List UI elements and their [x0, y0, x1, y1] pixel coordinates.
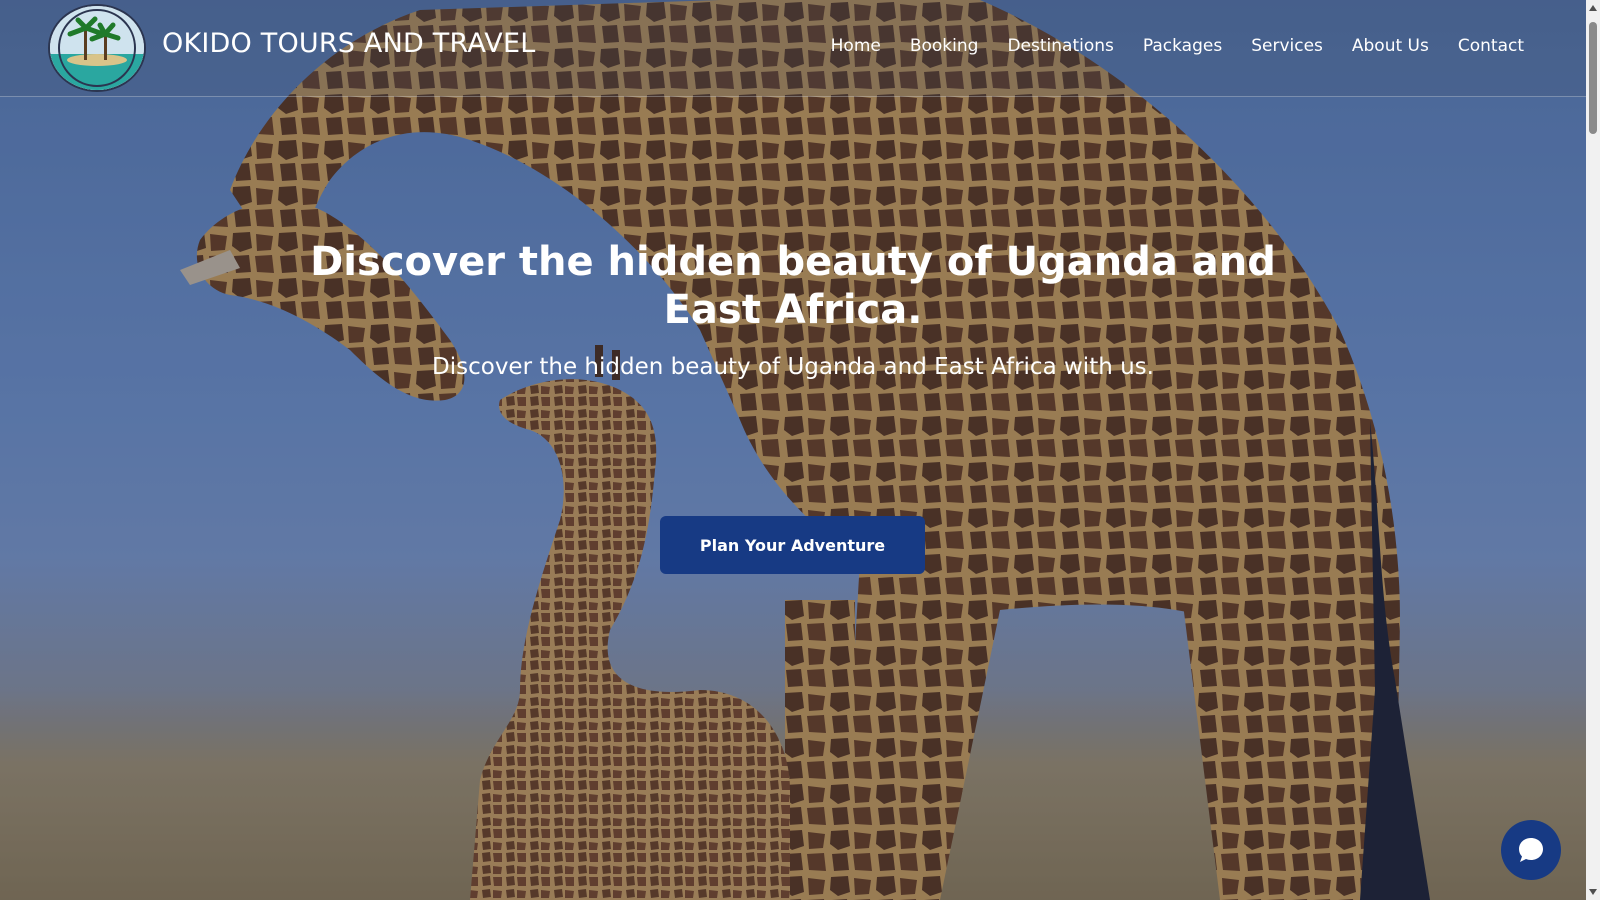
nav-packages[interactable]: Packages [1143, 36, 1222, 56]
scroll-down-arrow-icon[interactable] [1589, 889, 1597, 895]
hero-subtitle: Discover the hidden beauty of Uganda and… [432, 354, 1154, 380]
page-scrollbar[interactable] [1586, 0, 1600, 900]
scroll-thumb[interactable] [1589, 22, 1597, 134]
main-nav: Home Booking Destinations Packages Servi… [831, 36, 1524, 56]
hero-background-image [0, 0, 1586, 900]
page: OKIDO TOURS AND TRAVEL Home Booking Dest… [0, 0, 1600, 900]
nav-services[interactable]: Services [1251, 36, 1323, 56]
scroll-up-arrow-icon[interactable] [1589, 5, 1597, 11]
nav-booking[interactable]: Booking [910, 36, 979, 56]
palm-island-logo-icon [50, 6, 144, 90]
plan-adventure-button[interactable]: Plan Your Adventure [660, 516, 925, 574]
site-header: OKIDO TOURS AND TRAVEL Home Booking Dest… [0, 0, 1586, 97]
hero-overlay [0, 0, 1586, 900]
nav-about-us[interactable]: About Us [1352, 36, 1429, 56]
hero-title: Discover the hidden beauty of Uganda and… [310, 239, 1276, 333]
logo[interactable] [48, 4, 146, 92]
nav-contact[interactable]: Contact [1458, 36, 1524, 56]
brand-name[interactable]: OKIDO TOURS AND TRAVEL [162, 28, 535, 59]
nav-destinations[interactable]: Destinations [1007, 36, 1113, 56]
chat-bubble-icon [1519, 838, 1543, 862]
nav-home[interactable]: Home [831, 36, 881, 56]
chat-button[interactable] [1501, 820, 1561, 880]
